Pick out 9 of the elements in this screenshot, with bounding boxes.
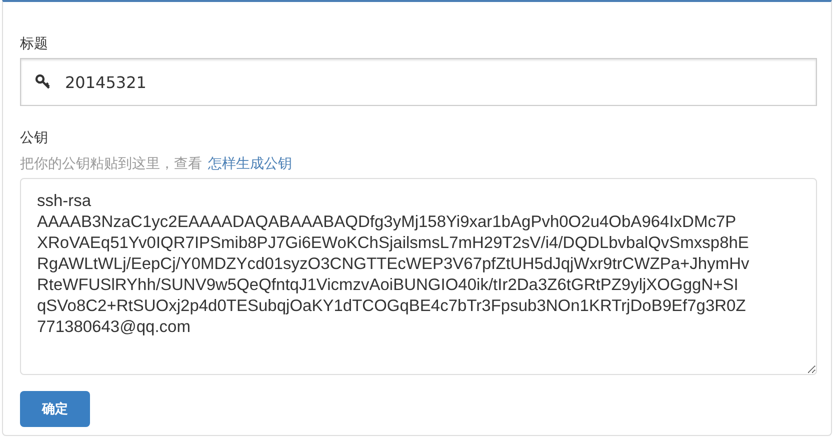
title-input[interactable]: 20145321 (65, 72, 804, 92)
field-label: 公钥 (20, 129, 49, 148)
submit-button[interactable]: 确定 (20, 391, 90, 427)
field-label: 标题 (20, 35, 49, 54)
title-field[interactable]: 20145321 (20, 58, 817, 106)
key-icon (35, 74, 51, 90)
help-link[interactable]: 怎样生成公钥 (208, 156, 292, 172)
key-textarea[interactable]: ssh-rsa AAAAB3NzaC1yc2EAAAADAQABAAABAQDfg3yMj158Yi9xar1bAgPvh0O2u4ObA964IxDMc7P XRoVAEq51Yv0IQR7IPSmib8PJ7Gi6EWoKChSjailsmsL7mH29T2sV/i4/DQDLbvbalQvSmxsp8hE RgAWLtWLj/EepCj/Y0MDZYcd01syzO3CNGTTEcWEP3V67pfZtUH5dJqjWxr9trCWZPa+JhymHv RteWFUSlRYhh/SUNV9w5QeQfntqJ1VicmzvAoiBUNGIO40ik/tIr2Da3Z6tGRtPZ9yljXOGggN+SI qSVo8C2+RtSUOxj2p4d0TESubqjOaKY1dTCOGqBE4c7bTr3Fpsub3NOn1KRTrjDoB9Ef7g3R0Z 771380643@qq.com (20, 178, 817, 375)
hint-text: 把你的公钥粘贴到这里，查看 怎样生成公钥 (20, 155, 293, 174)
